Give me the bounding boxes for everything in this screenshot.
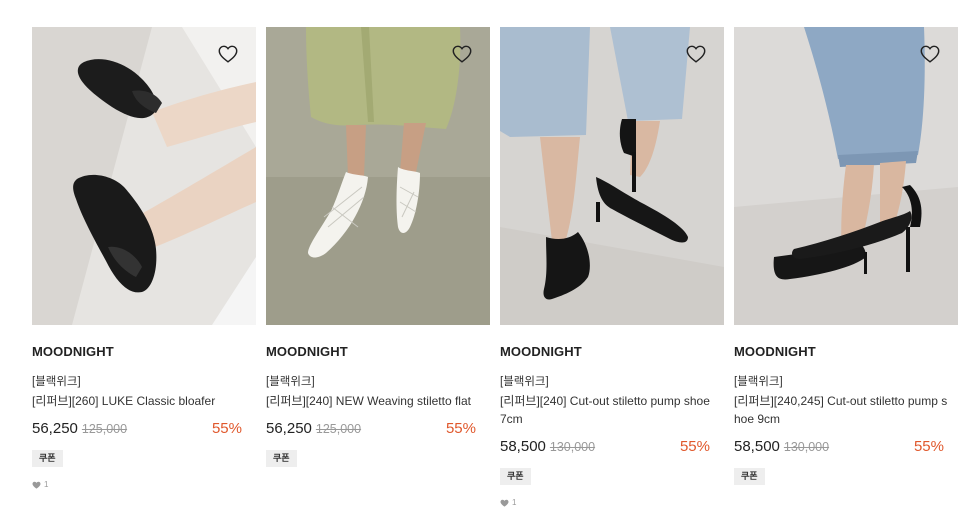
discount-rate: 55% [445, 420, 476, 437]
discount-rate: 55% [913, 438, 944, 455]
price-row: 58,500 130,000 55% [500, 438, 724, 458]
wishlist-heart-icon[interactable] [451, 43, 473, 65]
coupon-badge: 쿠폰 [266, 450, 297, 467]
coupon-badge: 쿠폰 [32, 450, 63, 467]
promo-tag: [블랙위크] [500, 376, 549, 388]
product-card[interactable]: MOODNIGHT [블랙위크] [리퍼브][260] LUKE Classic… [32, 27, 256, 507]
product-image[interactable] [500, 27, 724, 325]
coupon-badge: 쿠폰 [734, 468, 765, 485]
likes-count: 1 [500, 498, 724, 507]
product-grid: MOODNIGHT [블랙위크] [리퍼브][260] LUKE Classic… [32, 27, 958, 507]
brand-name[interactable]: MOODNIGHT [734, 344, 958, 360]
original-price: 130,000 [549, 440, 596, 454]
wishlist-heart-icon[interactable] [919, 43, 941, 65]
price-row: 58,500 130,000 55% [734, 438, 958, 458]
coupon-badge: 쿠폰 [500, 468, 531, 485]
product-image-white-woven-flats [266, 27, 490, 325]
discount-rate: 55% [211, 420, 242, 437]
likes-number: 1 [512, 498, 517, 507]
likes-count: 1 [32, 480, 256, 489]
promo-tag: [블랙위크] [266, 376, 315, 388]
original-price: 125,000 [315, 422, 362, 436]
heart-filled-icon [500, 499, 509, 507]
product-image-black-mule-loafers [32, 27, 256, 325]
product-name[interactable]: [리퍼브][240] Cut-out stiletto pump shoe 7c… [500, 392, 724, 428]
heart-filled-icon [32, 481, 41, 489]
likes-number: 1 [44, 480, 49, 489]
promo-tag: [블랙위크] [734, 376, 783, 388]
product-name[interactable]: [리퍼브][240] NEW Weaving stiletto flat [266, 392, 490, 410]
sale-price: 56,250 [32, 420, 78, 437]
sale-price: 58,500 [500, 438, 546, 455]
wishlist-heart-icon[interactable] [217, 43, 239, 65]
product-image-black-cutout-pumps-9cm [734, 27, 958, 325]
product-name[interactable]: [리퍼브][260] LUKE Classic bloafer [32, 392, 256, 410]
brand-name[interactable]: MOODNIGHT [32, 344, 256, 360]
brand-name[interactable]: MOODNIGHT [500, 344, 724, 360]
sale-price: 58,500 [734, 438, 780, 455]
price-row: 56,250 125,000 55% [32, 420, 256, 440]
wishlist-heart-icon[interactable] [685, 43, 707, 65]
product-image[interactable] [32, 27, 256, 325]
price-row: 56,250 125,000 55% [266, 420, 490, 440]
original-price: 130,000 [783, 440, 830, 454]
product-card[interactable]: MOODNIGHT [블랙위크] [리퍼브][240] NEW Weaving … [266, 27, 490, 507]
sale-price: 56,250 [266, 420, 312, 437]
product-name[interactable]: [리퍼브][240,245] Cut-out stiletto pump sho… [734, 392, 958, 428]
product-image[interactable] [266, 27, 490, 325]
product-card[interactable]: MOODNIGHT [블랙위크] [리퍼브][240,245] Cut-out … [734, 27, 958, 507]
discount-rate: 55% [679, 438, 710, 455]
original-price: 125,000 [81, 422, 128, 436]
product-image[interactable] [734, 27, 958, 325]
product-card[interactable]: MOODNIGHT [블랙위크] [리퍼브][240] Cut-out stil… [500, 27, 724, 507]
product-image-black-cutout-pumps-7cm [500, 27, 724, 325]
promo-tag: [블랙위크] [32, 376, 81, 388]
brand-name[interactable]: MOODNIGHT [266, 344, 490, 360]
